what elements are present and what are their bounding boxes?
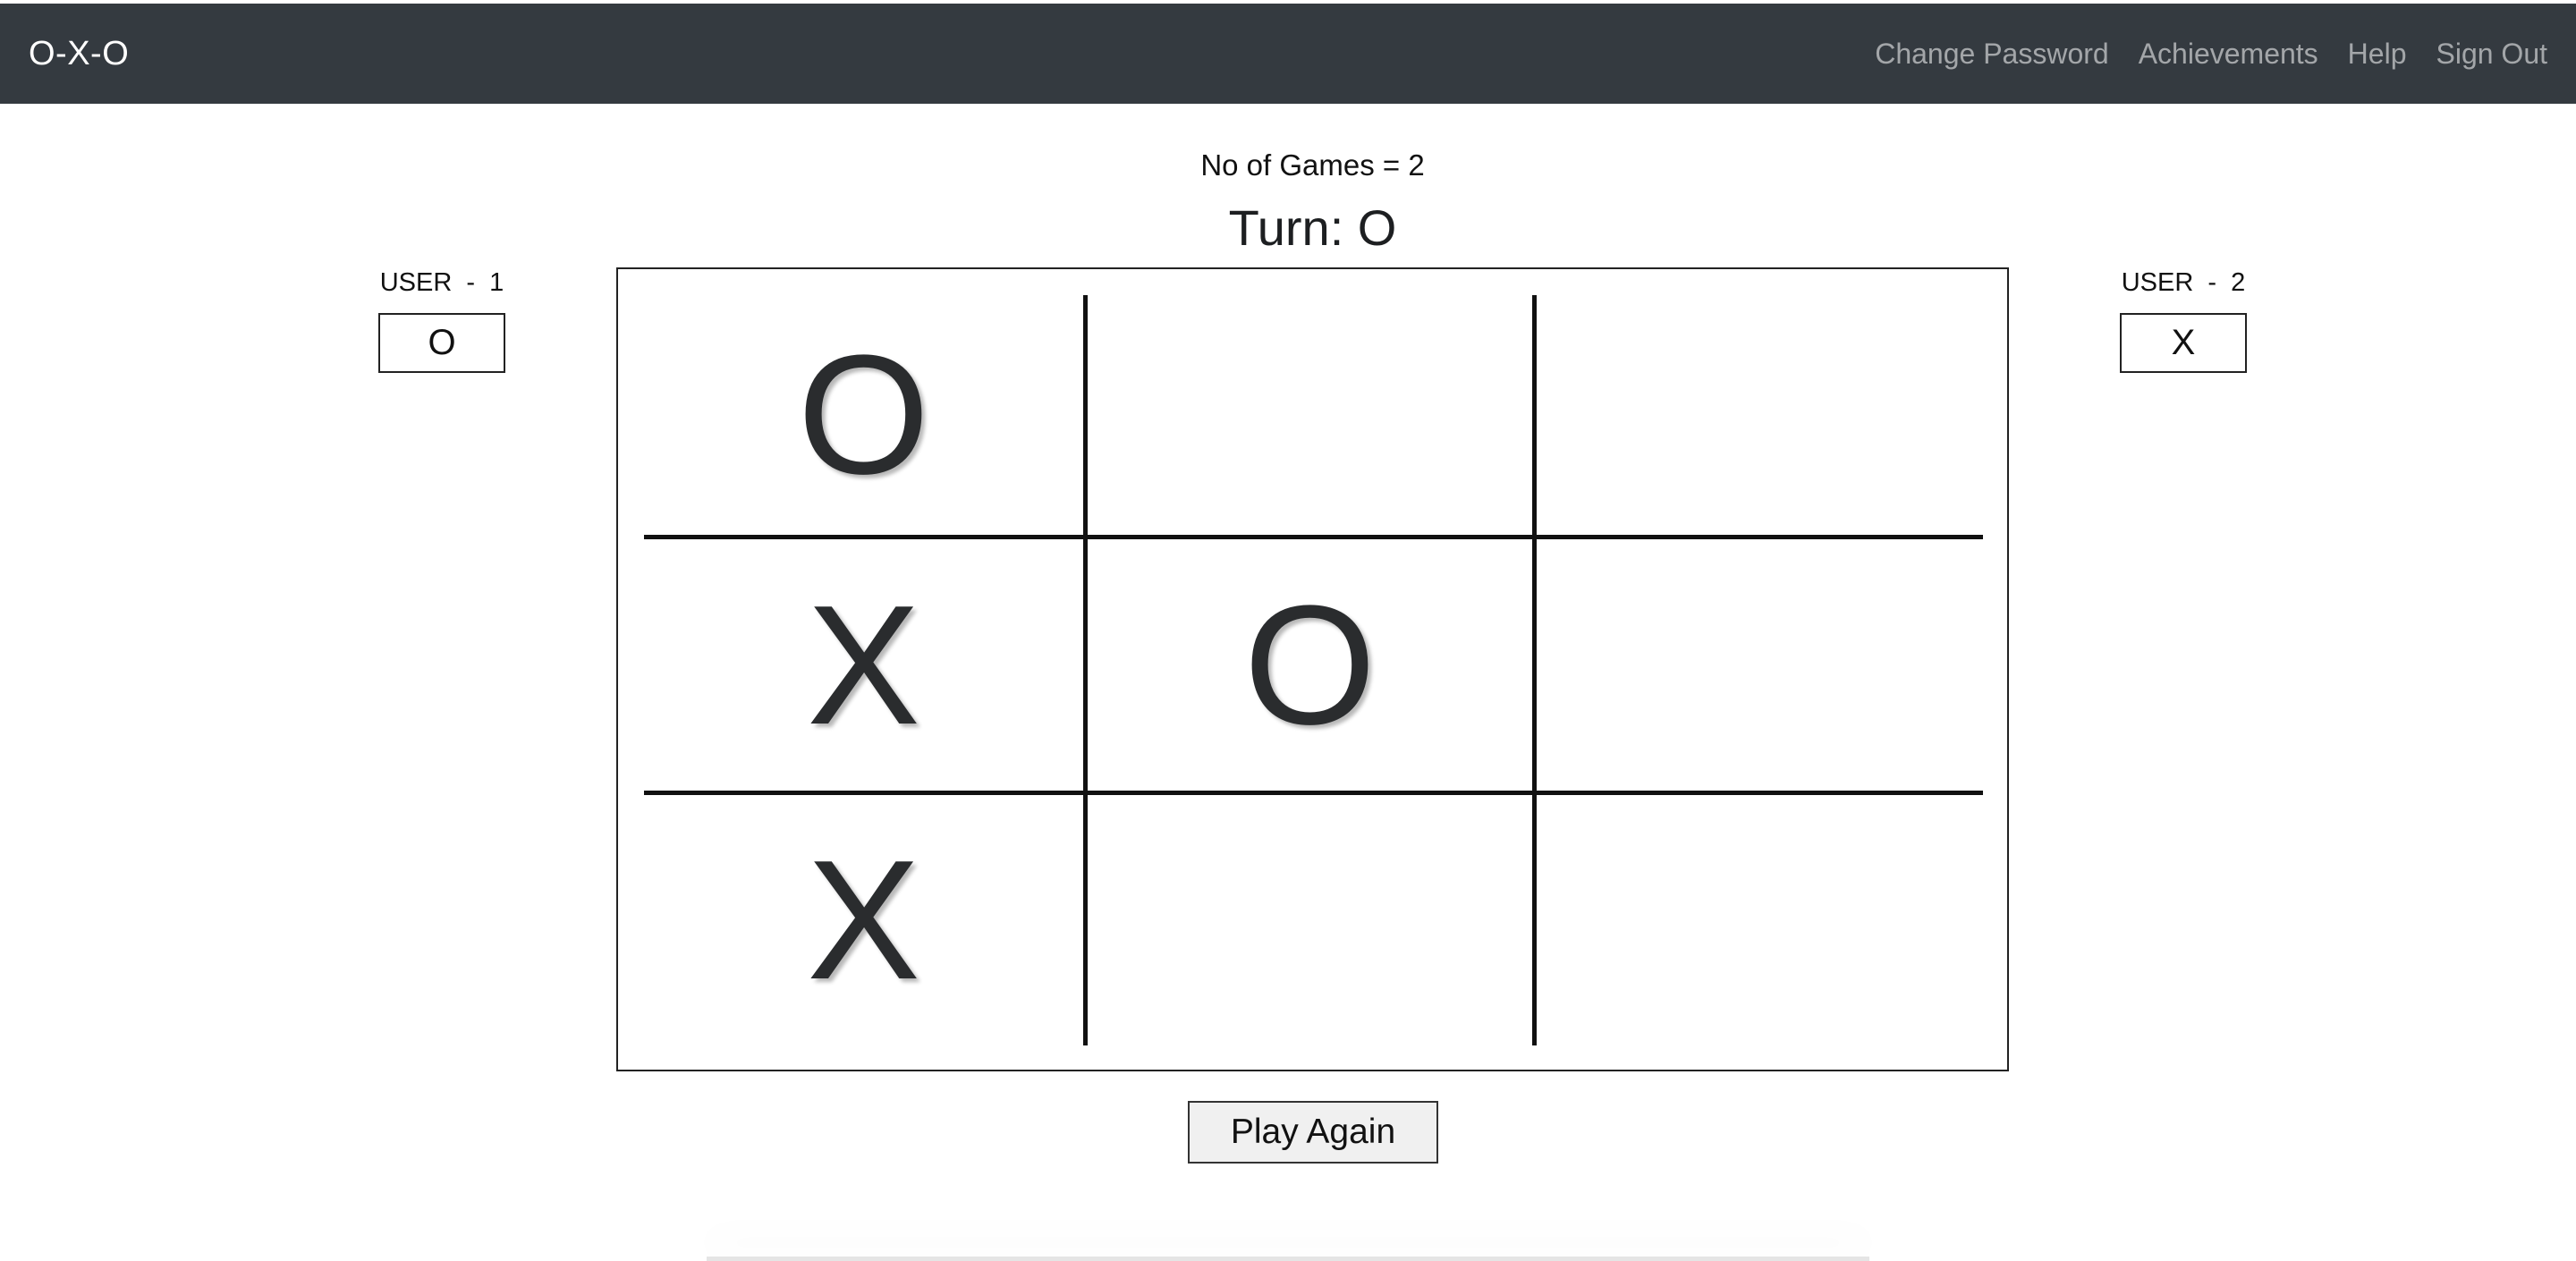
board-cell[interactable] — [1537, 795, 1983, 1045]
tic-tac-toe-page: O-X-O Change Password Achievements Help … — [0, 0, 2576, 1261]
bottom-panel-edge — [707, 1257, 1869, 1261]
player-two-label: USER - 2 — [2121, 268, 2246, 297]
player-one-label: USER - 1 — [379, 268, 504, 297]
board-cell[interactable]: X — [644, 539, 1088, 795]
change-password-link[interactable]: Change Password — [1875, 38, 2108, 71]
brand-link[interactable]: O-X-O — [29, 35, 129, 73]
board-cell[interactable]: O — [644, 295, 1088, 539]
nav-links: Change Password Achievements Help Sign O… — [1875, 38, 2547, 71]
player-two-panel: USER - 2 X — [2120, 268, 2247, 373]
board-cell[interactable] — [1088, 295, 1537, 539]
player-one-mark: O — [378, 313, 505, 373]
game-board: O X O X — [644, 295, 1983, 1045]
board-cell[interactable] — [1088, 795, 1537, 1045]
game-board-frame: O X O X — [616, 267, 2009, 1071]
board-cell[interactable]: O — [1088, 539, 1537, 795]
player-two-mark: X — [2120, 313, 2247, 373]
board-cell[interactable] — [1537, 295, 1983, 539]
board-cell[interactable]: X — [644, 795, 1088, 1045]
play-again-button[interactable]: Play Again — [1188, 1101, 1438, 1164]
turn-indicator: Turn: O — [1228, 199, 1397, 256]
achievements-link[interactable]: Achievements — [2139, 38, 2318, 71]
games-count: No of Games = 2 — [1200, 148, 1425, 182]
sign-out-link[interactable]: Sign Out — [2436, 38, 2547, 71]
help-link[interactable]: Help — [2348, 38, 2407, 71]
player-one-panel: USER - 1 O — [378, 268, 505, 373]
top-navbar: O-X-O Change Password Achievements Help … — [0, 4, 2576, 104]
board-cell[interactable] — [1537, 539, 1983, 795]
